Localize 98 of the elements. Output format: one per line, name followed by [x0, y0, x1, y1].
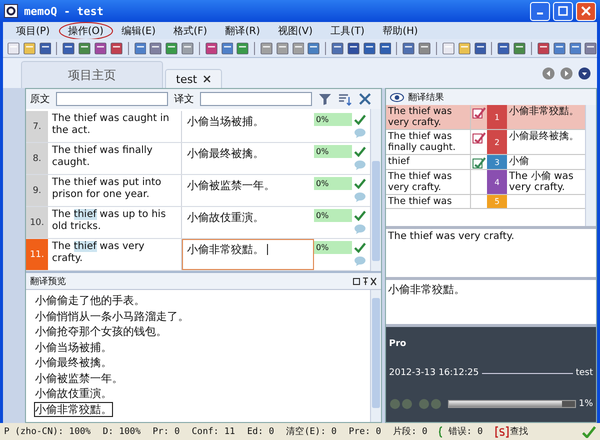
- pro-title: Pro: [389, 338, 408, 349]
- preview-line: 小偷偷走了他的手表。: [34, 293, 146, 308]
- timestamp: 2012-3-13 16:12:25: [389, 368, 479, 378]
- preview-line: 小偷悄悄从一条小马路溜走了。: [34, 308, 190, 324]
- target-cell[interactable]: 小偷当场被捕。: [182, 111, 314, 142]
- result-rank: 4: [487, 170, 507, 194]
- status-item: P (zho-CN): 100%: [4, 426, 91, 436]
- source-filter-label: 原文: [30, 92, 50, 106]
- status-item: 片段: 0: [393, 426, 428, 438]
- user-name: test: [576, 368, 593, 378]
- source-filter-field[interactable]: [56, 92, 168, 106]
- source-cell: The thief was put into prison for one year.: [48, 175, 182, 206]
- match-rate: 0%: [314, 241, 352, 254]
- source-cell: The thief was caught in the act.: [48, 111, 182, 142]
- menu-icon[interactable]: [578, 66, 591, 80]
- row-number[interactable]: 10.: [26, 207, 48, 238]
- term-edit-icon: [472, 157, 486, 169]
- status-item[interactable]: 查找: [510, 425, 528, 438]
- minimize-icon: [536, 12, 544, 15]
- result-target: 小偷: [509, 156, 529, 167]
- status-item: Pre: 0: [348, 426, 382, 436]
- menu-item[interactable]: 视图(V): [268, 22, 322, 40]
- menu-item[interactable]: 项目(P): [7, 22, 59, 40]
- status-item: 错误: 0: [448, 426, 483, 438]
- minimize-button[interactable]: [530, 2, 550, 20]
- document-tab[interactable]: 项目主页: [21, 61, 163, 88]
- scrollbar[interactable]: [370, 290, 381, 422]
- source-cell: The thief was finally caught.: [48, 143, 182, 174]
- app-logo-icon: [4, 4, 18, 18]
- result-row[interactable]: The thief was very crafty. 1 小偷非常狡黠。: [386, 105, 585, 130]
- next-icon[interactable]: [560, 66, 573, 80]
- status-item: Ed: 0: [247, 426, 274, 436]
- close-button[interactable]: [576, 2, 596, 20]
- result-source: The thief was very crafty.: [386, 105, 471, 129]
- preview-line: 小偷当场被捕。: [34, 340, 113, 354]
- menu-item[interactable]: 格式(F): [164, 22, 216, 40]
- match-rate: 0%: [314, 145, 352, 158]
- target-cell[interactable]: 小偷非常狡黠。: [182, 239, 314, 270]
- match-rate: 0%: [314, 209, 352, 222]
- maximize-button[interactable]: [553, 2, 573, 20]
- result-target: 小偷最终被擒。: [509, 131, 579, 142]
- window-title: memoQ - test: [24, 4, 104, 18]
- source-cell: The thief was up to his old tricks.: [48, 207, 182, 238]
- row-number[interactable]: 7.: [26, 111, 48, 142]
- previous-icon[interactable]: [542, 66, 555, 80]
- match-rate: 0%: [314, 177, 352, 190]
- preview-line: 小偷故伎重演。: [34, 386, 113, 401]
- target-filter-label: 译文: [174, 92, 194, 106]
- document-tab[interactable]: test: [165, 69, 222, 88]
- result-rank: 3: [487, 155, 507, 169]
- filter-icon[interactable]: [318, 92, 332, 106]
- result-rank: 2: [487, 130, 507, 154]
- eye-icon: [390, 92, 404, 102]
- source-cell: The thief was very crafty.: [48, 239, 182, 270]
- menu-item[interactable]: 工具(T): [322, 22, 374, 40]
- memory-edit-icon: [472, 132, 486, 144]
- status-item: Conf: 11: [192, 426, 236, 436]
- status-item: 清空(E): 0: [286, 426, 337, 438]
- result-source: The thief was: [386, 195, 471, 208]
- target-cell[interactable]: 小偷最终被擒。: [182, 143, 314, 174]
- memory-edit-icon: [472, 107, 486, 119]
- result-row[interactable]: thief 3 小偷: [386, 155, 585, 170]
- panel-title: 翻译结果: [408, 92, 444, 104]
- result-source: The thief was very crafty.: [386, 170, 471, 194]
- preview-line: 小偷最终被擒。: [34, 355, 113, 370]
- target-filter-field[interactable]: [200, 92, 312, 106]
- maximize-icon: [558, 6, 568, 16]
- status-item: D: 100%: [102, 426, 141, 436]
- preview-line: 小偷被监禁一年。: [34, 370, 124, 386]
- source-preview: The thief was very crafty.: [386, 229, 596, 280]
- row-number[interactable]: 8.: [26, 143, 48, 174]
- menu-item[interactable]: 帮助(H): [374, 22, 427, 40]
- result-target: The 小偷 was very crafty.: [509, 171, 574, 193]
- preview-line: 小偷抢夺那个女孩的钱包。: [34, 324, 168, 339]
- status-item: Pr: 0: [152, 426, 180, 436]
- scrollbar[interactable]: [585, 105, 596, 226]
- scrollbar[interactable]: [370, 109, 381, 271]
- close-icon[interactable]: [203, 75, 212, 83]
- target-cell[interactable]: 小偷故伎重演。: [182, 207, 314, 238]
- result-source: thief: [386, 155, 471, 169]
- result-row[interactable]: The thief was 5: [386, 195, 585, 209]
- row-number[interactable]: 9.: [26, 175, 48, 206]
- checkmark-icon: [582, 426, 596, 438]
- result-row[interactable]: The thief was finally caught. 2 小偷最终被擒。: [386, 130, 585, 155]
- find-icon[interactable]: [494, 426, 509, 438]
- menu-item[interactable]: 翻译(R): [216, 22, 269, 40]
- result-target: 小偷非常狡黠。: [509, 106, 579, 117]
- match-rate: 0%: [314, 113, 352, 126]
- progress-percent: 1%: [578, 399, 593, 410]
- result-source: The thief was finally caught.: [386, 130, 471, 154]
- result-rank: 1: [487, 105, 507, 129]
- tools-icon[interactable]: [358, 92, 372, 106]
- panel-controls-icon[interactable]: [353, 276, 377, 286]
- menu-item[interactable]: 编辑(E): [112, 22, 165, 40]
- panel-title: 翻译预览: [30, 276, 66, 288]
- result-rank: 5: [487, 195, 507, 208]
- target-cell[interactable]: 小偷被监禁一年。: [182, 175, 314, 206]
- close-icon: [581, 6, 591, 16]
